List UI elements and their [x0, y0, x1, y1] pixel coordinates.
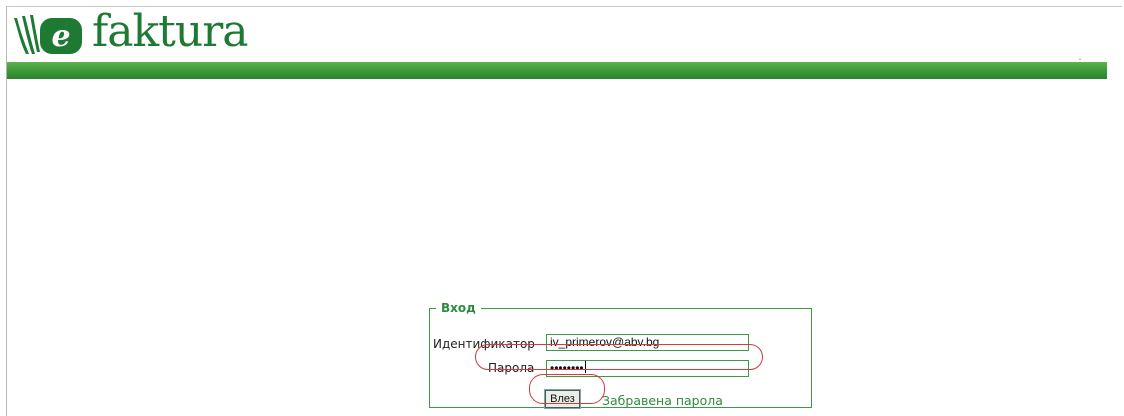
login-fieldset: Вход Идентификатор iv_primerov@abv.bg Па… — [429, 301, 812, 409]
logo-e-letter: e — [51, 19, 70, 54]
identifier-input[interactable]: iv_primerov@abv.bg — [546, 334, 749, 351]
identifier-label: Идентификатор — [433, 337, 535, 351]
password-masked-value: •••••••• — [550, 361, 584, 375]
password-label: Парола — [488, 361, 535, 375]
logo-leaves-icon: e — [14, 15, 82, 54]
text-caret — [584, 361, 586, 373]
header-green-bar — [7, 62, 1107, 79]
login-legend: Вход — [441, 301, 476, 315]
header-dot — [1079, 59, 1081, 60]
logo-wordmark: faktura — [92, 6, 248, 57]
login-submit-button[interactable]: Влез — [544, 389, 581, 409]
password-input[interactable]: •••••••• — [546, 360, 749, 377]
forgot-password-link[interactable]: Забравена парола — [602, 393, 723, 408]
